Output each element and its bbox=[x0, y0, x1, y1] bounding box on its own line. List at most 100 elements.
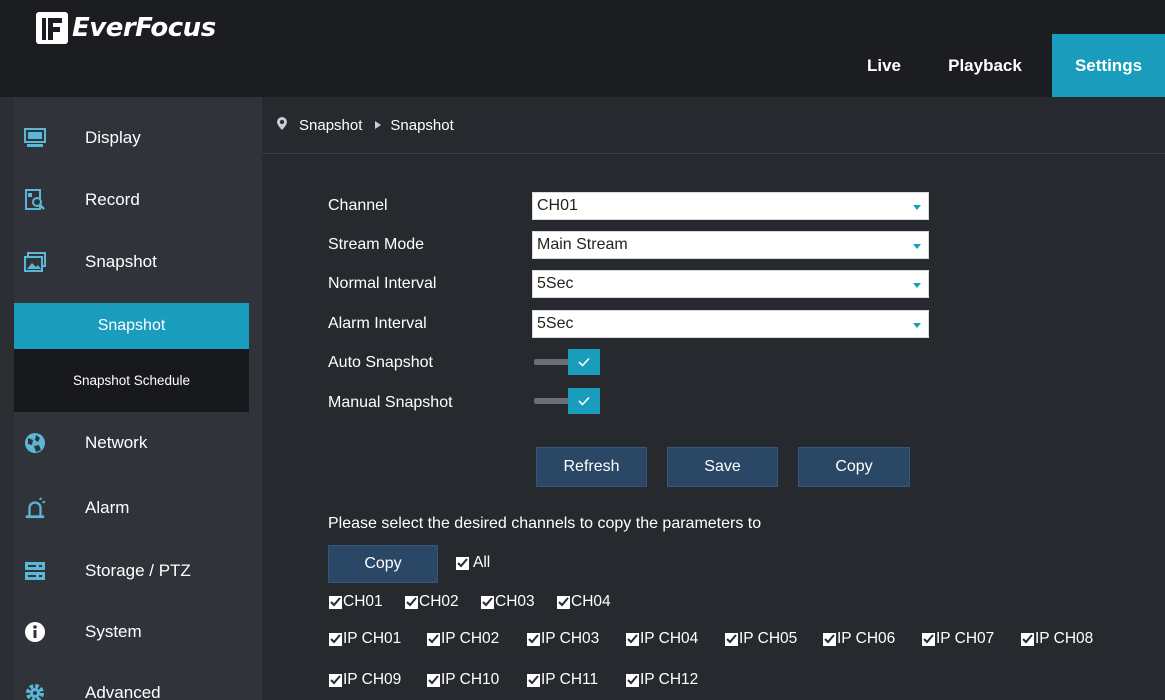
breadcrumb: Snapshot Snapshot bbox=[262, 97, 1165, 154]
copy-to-channels-button[interactable]: Copy bbox=[328, 545, 438, 583]
channel-select[interactable]: CH01 bbox=[532, 192, 929, 220]
channel-checkbox[interactable]: CH02 bbox=[405, 593, 459, 611]
channel-checkbox[interactable]: IP CH11 bbox=[527, 671, 598, 689]
check-icon bbox=[568, 388, 600, 414]
location-pin-icon bbox=[277, 116, 287, 134]
breadcrumb-arrow-icon bbox=[375, 121, 382, 129]
checkbox-checked-icon bbox=[405, 595, 418, 609]
checkbox-checked-icon bbox=[481, 595, 494, 609]
sidebar-item-record[interactable]: Record bbox=[14, 169, 262, 231]
caret-down-icon bbox=[913, 283, 921, 288]
brand-name: EverFocus bbox=[72, 13, 216, 43]
checkbox-label: IP CH09 bbox=[343, 671, 402, 688]
save-button[interactable]: Save bbox=[667, 447, 778, 487]
channel-checkbox[interactable]: CH03 bbox=[481, 593, 535, 611]
breadcrumb-section[interactable]: Snapshot bbox=[299, 117, 362, 134]
sidebar-item-label: Snapshot bbox=[85, 252, 157, 271]
network-globe-icon bbox=[24, 432, 46, 454]
image-icon bbox=[24, 251, 46, 273]
sidebar-item-alarm[interactable]: Alarm bbox=[14, 477, 262, 539]
sidebar-item-label: Network bbox=[85, 433, 148, 452]
top-bar: EverFocus Live Playback Settings bbox=[0, 0, 1165, 97]
alarm-interval-value: 5Sec bbox=[537, 315, 574, 332]
nav-playback[interactable]: Playback bbox=[932, 34, 1038, 97]
storage-icon bbox=[24, 560, 46, 582]
checkbox-checked-icon bbox=[329, 595, 342, 609]
auto-snapshot-label: Auto Snapshot bbox=[328, 354, 433, 371]
check-icon bbox=[568, 349, 600, 375]
sidebar-item-system[interactable]: System bbox=[14, 601, 262, 663]
checkbox-label: IP CH05 bbox=[739, 630, 798, 647]
checkbox-label: CH04 bbox=[571, 593, 611, 610]
checkbox-label: IP CH06 bbox=[837, 630, 896, 647]
breadcrumb-page: Snapshot bbox=[390, 116, 454, 134]
nav-settings[interactable]: Settings bbox=[1052, 34, 1165, 97]
channel-checkbox[interactable]: CH04 bbox=[557, 593, 611, 611]
stream-mode-label: Stream Mode bbox=[328, 236, 425, 253]
record-search-icon bbox=[24, 189, 46, 211]
channel-checkbox[interactable]: IP CH06 bbox=[823, 630, 895, 648]
checkbox-label: IP CH08 bbox=[1035, 630, 1094, 647]
channel-checkbox[interactable]: IP CH10 bbox=[427, 671, 499, 689]
submenu-item-snapshot-schedule[interactable]: Snapshot Schedule bbox=[14, 349, 249, 412]
submenu-item-snapshot[interactable]: Snapshot bbox=[14, 303, 249, 349]
checkbox-checked-icon bbox=[922, 632, 935, 646]
manual-snapshot-toggle[interactable] bbox=[534, 388, 602, 414]
checkbox-checked-icon bbox=[427, 632, 440, 646]
refresh-button[interactable]: Refresh bbox=[536, 447, 647, 487]
sidebar-item-label: Storage / PTZ bbox=[85, 561, 191, 580]
checkbox-label: CH02 bbox=[419, 593, 459, 610]
info-icon bbox=[24, 621, 46, 643]
channel-checkbox[interactable]: IP CH05 bbox=[725, 630, 797, 648]
channel-checkbox[interactable]: IP CH07 bbox=[922, 630, 994, 648]
monitor-icon bbox=[24, 127, 46, 149]
checkbox-checked-icon bbox=[456, 556, 469, 570]
checkbox-label: IP CH01 bbox=[343, 630, 402, 647]
channel-checkbox[interactable]: IP CH04 bbox=[626, 630, 698, 648]
channel-checkbox[interactable]: IP CH03 bbox=[527, 630, 599, 648]
checkbox-checked-icon bbox=[725, 632, 738, 646]
checkbox-checked-icon bbox=[1021, 632, 1034, 646]
checkbox-label: IP CH03 bbox=[541, 630, 600, 647]
auto-snapshot-toggle[interactable] bbox=[534, 349, 602, 375]
sidebar-edge bbox=[0, 97, 14, 700]
checkbox-checked-icon bbox=[557, 595, 570, 609]
checkbox-label: IP CH02 bbox=[441, 630, 500, 647]
alarm-interval-select[interactable]: 5Sec bbox=[532, 310, 929, 338]
channel-checkbox[interactable]: IP CH12 bbox=[626, 671, 698, 689]
sidebar-item-label: System bbox=[85, 622, 142, 641]
stream-mode-value: Main Stream bbox=[537, 236, 628, 253]
checkbox-label: IP CH12 bbox=[640, 671, 699, 688]
siren-icon bbox=[24, 497, 46, 519]
sidebar-item-label: Display bbox=[85, 128, 141, 147]
channel-checkbox[interactable]: CH01 bbox=[329, 593, 383, 611]
channel-checkbox[interactable]: IP CH02 bbox=[427, 630, 499, 648]
nav-live[interactable]: Live bbox=[850, 34, 918, 97]
normal-interval-value: 5Sec bbox=[537, 275, 574, 292]
sidebar-item-snapshot[interactable]: Snapshot bbox=[14, 231, 262, 293]
channel-checkbox[interactable]: IP CH08 bbox=[1021, 630, 1093, 648]
sidebar-item-label: Advanced bbox=[85, 683, 161, 700]
sidebar: Display Record Snapshot Snapshot Snapsho… bbox=[0, 97, 262, 700]
copy-button[interactable]: Copy bbox=[798, 447, 910, 487]
checkbox-checked-icon bbox=[527, 632, 540, 646]
channel-checkbox[interactable]: IP CH01 bbox=[329, 630, 401, 648]
manual-snapshot-label: Manual Snapshot bbox=[328, 394, 453, 411]
stream-mode-select[interactable]: Main Stream bbox=[532, 231, 929, 259]
sidebar-item-storage-ptz[interactable]: Storage / PTZ bbox=[14, 540, 262, 602]
normal-interval-select[interactable]: 5Sec bbox=[532, 270, 929, 298]
sidebar-item-network[interactable]: Network bbox=[14, 412, 262, 474]
caret-down-icon bbox=[913, 323, 921, 328]
channel-checkbox[interactable]: IP CH09 bbox=[329, 671, 401, 689]
sidebar-item-advanced[interactable]: Advanced bbox=[14, 662, 262, 700]
checkbox-checked-icon bbox=[626, 632, 639, 646]
sidebar-item-label: Alarm bbox=[85, 498, 130, 517]
sidebar-item-label: Record bbox=[85, 190, 140, 209]
checkbox-checked-icon bbox=[527, 673, 540, 687]
sidebar-item-display[interactable]: Display bbox=[14, 107, 262, 169]
top-navigation: Live Playback Settings bbox=[850, 34, 1165, 97]
channel-value: CH01 bbox=[537, 197, 578, 214]
normal-interval-label: Normal Interval bbox=[328, 275, 437, 292]
checkbox-label: All bbox=[473, 554, 491, 571]
all-channels-checkbox[interactable]: All bbox=[456, 554, 490, 572]
